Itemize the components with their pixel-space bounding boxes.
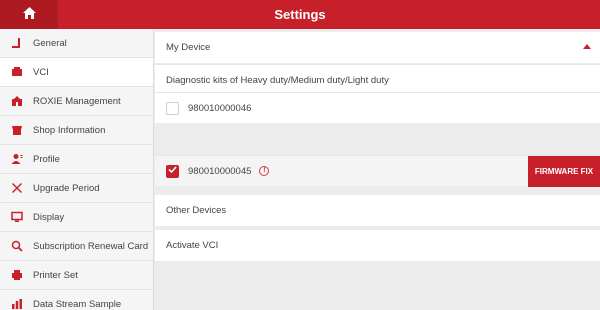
firmware-fix-button[interactable]: FIRMWARE FIX — [528, 156, 600, 187]
sidebar-item-label: Printer Set — [33, 269, 78, 281]
device-row-selected[interactable]: 980010000045 ! FIRMWARE FIX — [155, 155, 600, 187]
device-checkbox[interactable] — [166, 164, 179, 178]
top-bar: Settings — [0, 0, 600, 29]
sidebar-item-label: Display — [33, 211, 65, 223]
device-checkbox[interactable] — [166, 101, 179, 115]
my-device-header[interactable]: My Device — [155, 32, 600, 63]
sidebar-item-label: General — [33, 37, 67, 49]
search-icon — [10, 240, 24, 252]
sidebar-item-label: Profile — [33, 153, 60, 165]
sidebar-item-subscription-renewal-card[interactable]: Subscription Renewal Card — [0, 232, 153, 261]
activate-vci-label: Activate VCI — [166, 240, 219, 251]
upgrade-icon — [10, 182, 24, 194]
sidebar-item-label: Data Stream Sample — [33, 298, 122, 310]
sidebar-item-label: VCI — [33, 66, 49, 78]
sidebar-item-data-stream-sample[interactable]: Data Stream Sample — [0, 290, 153, 310]
sidebar-item-upgrade-period[interactable]: Upgrade Period — [0, 174, 153, 203]
activate-vci-row[interactable]: Activate VCI — [155, 230, 600, 261]
sidebar-item-label: Subscription Renewal Card — [33, 240, 149, 252]
other-devices-label: Other Devices — [166, 205, 227, 216]
sidebar-item-label: Shop Information — [33, 124, 106, 136]
my-device-label: My Device — [166, 42, 211, 53]
sidebar-item-display[interactable]: Display — [0, 203, 153, 232]
sidebar-item-label: ROXIE Management — [33, 95, 121, 107]
sidebar-item-printer-set[interactable]: Printer Set — [0, 261, 153, 290]
vci-icon — [10, 66, 24, 78]
device-row[interactable]: 980010000046 — [155, 92, 600, 123]
printer-icon — [10, 269, 24, 281]
collapse-caret-icon[interactable] — [583, 44, 591, 49]
info-icon[interactable]: ! — [259, 166, 270, 176]
diagnostic-kits-label: Diagnostic kits of Heavy duty/Medium dut… — [166, 74, 389, 86]
roxie-icon — [10, 95, 24, 107]
data-stream-icon — [10, 298, 24, 310]
device-serial: 980010000045 — [188, 165, 252, 177]
other-devices-row[interactable]: Other Devices — [155, 195, 600, 226]
general-icon — [10, 37, 24, 49]
page-title: Settings — [274, 7, 326, 22]
device-serial: 980010000046 — [188, 102, 252, 114]
sidebar-item-roxie-management[interactable]: ROXIE Management — [0, 87, 153, 116]
shop-icon — [10, 124, 24, 136]
sidebar-item-profile[interactable]: Profile — [0, 145, 153, 174]
settings-sidebar: General VCI ROXIE Management Shop Inform… — [0, 29, 154, 310]
display-icon — [10, 211, 24, 223]
diagnostic-kits-row: Diagnostic kits of Heavy duty/Medium dut… — [155, 64, 600, 95]
sidebar-item-vci[interactable]: VCI — [0, 58, 153, 87]
sidebar-item-shop-information[interactable]: Shop Information — [0, 116, 153, 145]
sidebar-item-general[interactable]: General — [0, 29, 153, 58]
vci-settings-panel: My Device Diagnostic kits of Heavy duty/… — [155, 29, 600, 310]
profile-icon — [10, 153, 24, 165]
sidebar-item-label: Upgrade Period — [33, 182, 100, 194]
check-icon — [168, 165, 177, 177]
